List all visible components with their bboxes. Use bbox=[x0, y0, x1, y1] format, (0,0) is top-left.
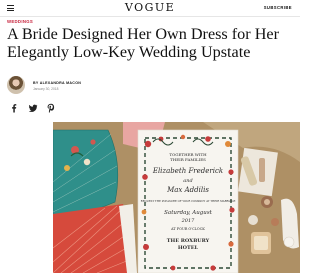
invitation-text: THE ROXBURY bbox=[167, 238, 210, 244]
invitation-text: HOTEL bbox=[178, 245, 199, 251]
invitation-text: and bbox=[183, 178, 192, 184]
subscribe-link[interactable]: SUBSCRIBE bbox=[264, 5, 292, 10]
invitation-text: REQUEST THE PLEASURE OF YOUR COMPANY AT … bbox=[141, 199, 236, 203]
twitter-icon[interactable] bbox=[28, 103, 38, 113]
author-avatar[interactable] bbox=[7, 76, 25, 94]
author-byline[interactable]: BY ALEXANDRA MACON bbox=[33, 81, 81, 85]
invitation-text: 2017 bbox=[181, 218, 196, 224]
top-nav-bar: VOGUE SUBSCRIBE bbox=[0, 0, 300, 16]
invitation-text: Saturday, August bbox=[164, 210, 213, 216]
publish-date: January 30, 2018 bbox=[33, 87, 59, 91]
facebook-icon[interactable] bbox=[9, 103, 19, 113]
pinterest-icon[interactable] bbox=[46, 103, 56, 113]
invitation-text: Elizabeth Frederick bbox=[152, 167, 223, 175]
invitation-text: AT FOUR O'CLOCK bbox=[170, 227, 205, 231]
invitation-text: Max Addilis bbox=[166, 186, 209, 194]
header-divider bbox=[0, 16, 300, 17]
article-headline: A Bride Designed Her Own Dress for Her E… bbox=[7, 25, 279, 61]
hero-image: TOGETHER WITH THEIR FAMILIES Elizabeth F… bbox=[53, 122, 300, 273]
category-label[interactable]: WEDDINGS bbox=[7, 19, 33, 24]
invitation-text: THEIR FAMILIES bbox=[170, 157, 206, 162]
wedding-invitation-flatlay: TOGETHER WITH THEIR FAMILIES Elizabeth F… bbox=[53, 122, 300, 273]
vogue-logo[interactable]: VOGUE bbox=[0, 1, 300, 14]
